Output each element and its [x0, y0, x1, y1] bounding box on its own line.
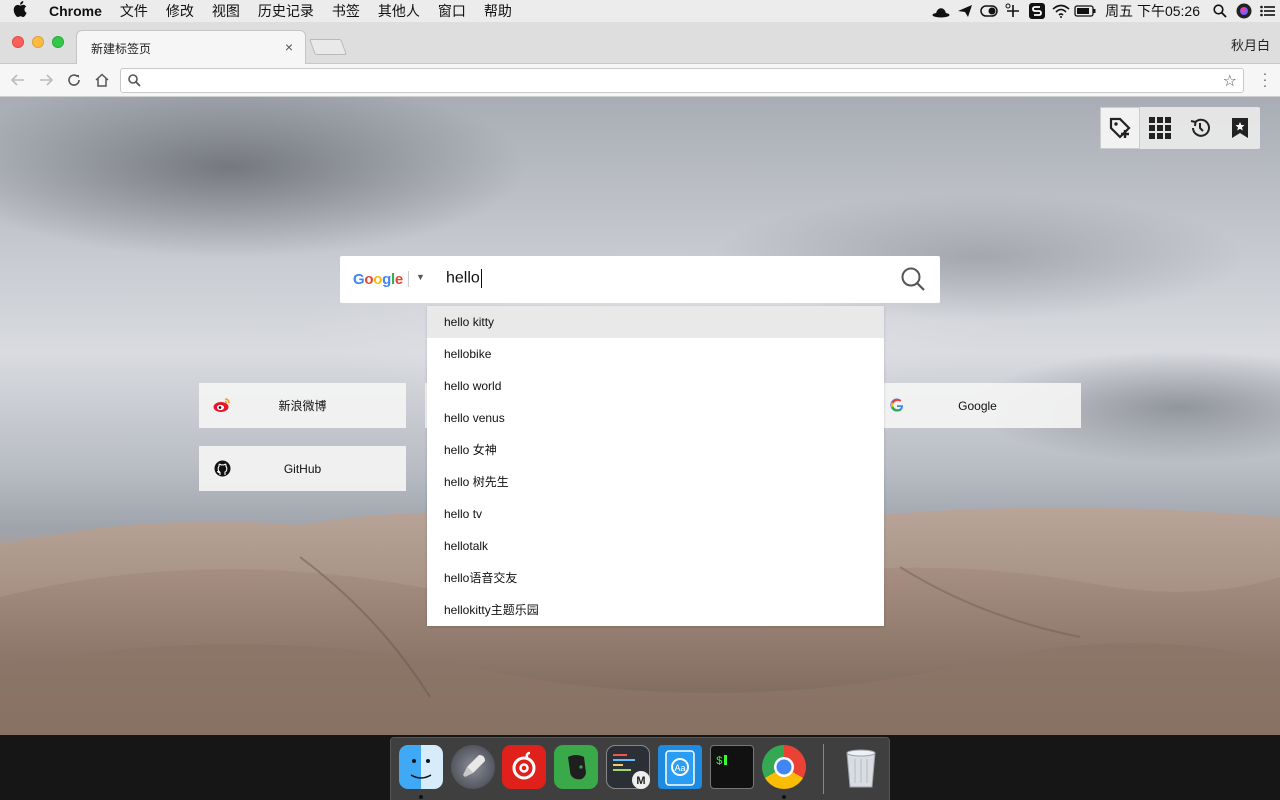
reload-icon[interactable] — [63, 69, 85, 91]
address-bar[interactable]: ☆ — [120, 68, 1244, 93]
suggestion-item[interactable]: hellotalk — [427, 530, 884, 562]
search-box[interactable]: Google ▼ hello — [340, 256, 940, 303]
window-close-button[interactable] — [12, 36, 24, 48]
new-tab-button[interactable] — [309, 39, 347, 55]
search-suggestions-dropdown: hello kitty hellobike hello world hello … — [427, 306, 884, 626]
google-g-icon — [888, 396, 906, 414]
code-editor-icon[interactable]: M — [606, 745, 650, 789]
bowler-hat-icon[interactable] — [929, 0, 953, 22]
back-arrow-icon[interactable] — [7, 69, 29, 91]
svg-text:$: $ — [716, 756, 723, 768]
terminal-icon[interactable]: $ — [710, 745, 754, 789]
window-zoom-button[interactable] — [52, 36, 64, 48]
menu-file[interactable]: 文件 — [111, 0, 157, 22]
engine-dropdown-icon[interactable]: ▼ — [416, 272, 425, 282]
wifi-icon[interactable] — [1049, 0, 1073, 22]
running-indicator — [419, 795, 423, 799]
menu-help[interactable]: 帮助 — [475, 0, 521, 22]
menu-history[interactable]: 历史记录 — [249, 0, 323, 22]
window-minimize-button[interactable] — [32, 36, 44, 48]
suggestion-item[interactable]: hello kitty — [427, 306, 884, 338]
running-indicator — [782, 795, 786, 799]
tab-title: 新建标签页 — [91, 42, 152, 56]
search-query-input[interactable]: hello — [446, 269, 482, 288]
finder-icon[interactable] — [399, 745, 443, 789]
launchpad-rocket-icon[interactable] — [451, 745, 495, 789]
bookmark-star-icon-ext[interactable] — [1220, 107, 1260, 149]
bookmark-star-icon[interactable]: ☆ — [1223, 71, 1237, 91]
apps-grid-icon[interactable] — [1140, 107, 1180, 149]
macos-dock: M Aa $ — [390, 737, 890, 800]
siri-icon[interactable] — [1232, 0, 1256, 22]
battery-icon[interactable] — [1073, 0, 1097, 22]
svg-text:Aa: Aa — [674, 763, 685, 773]
suggestion-item[interactable]: hello 树先生 — [427, 466, 884, 498]
search-query-text: hello — [446, 269, 480, 287]
svg-text:M: M — [636, 775, 645, 787]
suggestion-item[interactable]: hello 女神 — [427, 434, 884, 466]
s-app-icon[interactable] — [1025, 0, 1049, 22]
history-clock-icon[interactable] — [1180, 107, 1220, 149]
add-tag-icon[interactable] — [1100, 107, 1141, 149]
google-logo-letter: e — [394, 271, 403, 288]
engine-divider — [408, 271, 409, 287]
home-icon[interactable] — [91, 69, 113, 91]
trash-icon[interactable] — [839, 745, 883, 789]
address-input[interactable] — [149, 71, 1209, 90]
tab-strip: 新建标签页 × 秋月白 — [0, 22, 1280, 64]
menu-edit[interactable]: 修改 — [157, 0, 203, 22]
notification-center-icon[interactable] — [1256, 0, 1280, 22]
google-logo-letter: g — [382, 271, 391, 288]
chrome-icon[interactable] — [762, 745, 806, 789]
menu-window[interactable]: 窗口 — [429, 0, 475, 22]
google-logo-letter: o — [364, 271, 374, 288]
menu-app-name[interactable]: Chrome — [40, 0, 111, 22]
dock-divider — [823, 744, 824, 794]
menu-people[interactable]: 其他人 — [369, 0, 429, 22]
menu-bookmarks[interactable]: 书签 — [323, 0, 369, 22]
apple-menu-icon[interactable] — [0, 0, 40, 22]
google-logo-letter: o — [373, 271, 383, 288]
text-caret — [480, 269, 482, 288]
profile-name-button[interactable]: 秋月白 — [1231, 35, 1270, 54]
scissors-icon[interactable] — [1001, 0, 1025, 22]
suggestion-item[interactable]: hello venus — [427, 402, 884, 434]
evernote-icon[interactable] — [554, 745, 598, 789]
spotlight-search-icon[interactable] — [1208, 0, 1232, 22]
chrome-menu-icon[interactable]: · · · — [1260, 66, 1270, 92]
new-tab-page: Google ▼ hello 新浪微博 GitHub Google hello … — [0, 97, 1280, 735]
menu-view[interactable]: 视图 — [203, 0, 249, 22]
suggestion-item[interactable]: hello语音交友 — [427, 562, 884, 594]
tab-close-icon[interactable]: × — [281, 39, 297, 55]
netease-music-icon[interactable] — [502, 745, 546, 789]
send-plane-icon[interactable] — [953, 0, 977, 22]
quick-link-github[interactable]: GitHub — [199, 446, 406, 491]
search-submit-icon[interactable] — [900, 266, 926, 295]
suggestion-item[interactable]: hellobike — [427, 338, 884, 370]
dictionary-icon[interactable]: Aa — [658, 745, 702, 789]
weibo-icon — [213, 396, 231, 414]
quick-link-google[interactable]: Google — [874, 383, 1081, 428]
github-icon — [213, 459, 231, 477]
toggle-icon[interactable] — [977, 0, 1001, 22]
tab-new-tab[interactable]: 新建标签页 × — [76, 30, 306, 64]
quick-link-weibo[interactable]: 新浪微博 — [199, 383, 406, 428]
suggestion-item[interactable]: hello world — [427, 370, 884, 402]
forward-arrow-icon[interactable] — [35, 69, 57, 91]
newtab-extension-toolbar — [1100, 107, 1260, 149]
browser-toolbar: ☆ · · · — [0, 64, 1280, 97]
search-engine-selector[interactable]: Google — [353, 271, 403, 288]
menubar-clock[interactable]: 周五 下午05:26 — [1097, 1, 1208, 21]
google-logo-letter: G — [353, 271, 365, 288]
search-icon — [128, 74, 141, 90]
macos-menubar: Chrome 文件 修改 视图 历史记录 书签 其他人 窗口 帮助 周五 下午0… — [0, 0, 1280, 22]
suggestion-item[interactable]: hello tv — [427, 498, 884, 530]
suggestion-item[interactable]: hellokitty主题乐园 — [427, 594, 884, 626]
